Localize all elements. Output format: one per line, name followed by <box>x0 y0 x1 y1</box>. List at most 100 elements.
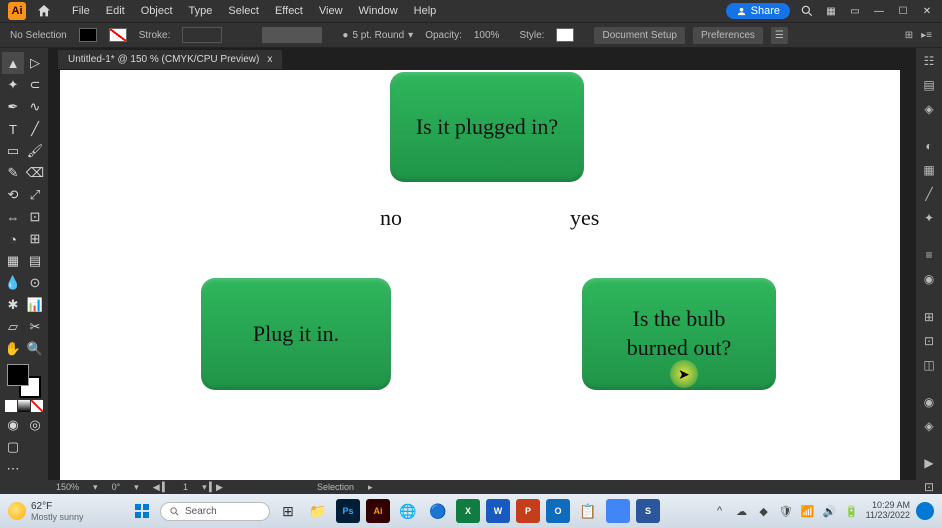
edge-icon[interactable]: 🌐 <box>396 499 420 523</box>
chrome-icon[interactable]: 🔵 <box>426 499 450 523</box>
artboard-tool[interactable]: ▱ <box>2 316 24 338</box>
properties-icon[interactable]: ☷ <box>921 54 937 68</box>
menu-window[interactable]: Window <box>351 5 406 17</box>
none-mode-icon[interactable] <box>31 400 43 412</box>
brush-tool[interactable]: 🖌 <box>24 140 46 162</box>
arrange-icon[interactable]: ▦ <box>824 4 838 18</box>
powerpoint-icon[interactable]: P <box>516 499 540 523</box>
tray-overflow-icon[interactable]: ^ <box>712 503 728 519</box>
graphic-styles-icon[interactable]: ◈ <box>921 419 937 433</box>
security-icon[interactable]: 🛡 <box>778 503 794 519</box>
fill-swatch[interactable] <box>79 28 97 42</box>
zoom-level[interactable]: 150% <box>56 482 79 492</box>
scale-tool[interactable]: ⤢ <box>24 184 46 206</box>
tab-close-icon[interactable]: x <box>267 54 272 65</box>
rotation[interactable]: 0° <box>112 482 121 492</box>
color-mode-icon[interactable] <box>5 400 17 412</box>
type-tool[interactable]: T <box>2 118 24 140</box>
gradient-panel-icon[interactable]: ◉ <box>921 272 937 286</box>
panel-icon[interactable]: ▸≡ <box>921 30 932 41</box>
navigator-icon[interactable]: ⊡ <box>921 480 937 494</box>
illustrator-icon[interactable]: Ai <box>366 499 390 523</box>
canvas-viewport[interactable]: Is it plugged in? Plug it in. Is the bul… <box>48 70 916 494</box>
blend-tool[interactable]: ⊙ <box>24 272 46 294</box>
taskbar-search[interactable]: Search <box>160 502 270 521</box>
app2-icon[interactable] <box>606 499 630 523</box>
word-icon[interactable]: W <box>486 499 510 523</box>
layers-icon[interactable]: ◈ <box>921 102 937 116</box>
preferences-button[interactable]: Preferences <box>693 27 763 44</box>
maximize-icon[interactable]: ☐ <box>896 4 910 18</box>
close-icon[interactable]: ✕ <box>920 4 934 18</box>
recorder-icon[interactable]: S <box>636 499 660 523</box>
symbols-icon[interactable]: ✦ <box>921 211 937 225</box>
share-button[interactable]: Share <box>726 3 790 19</box>
edge-label-no[interactable]: no <box>380 205 402 231</box>
menu-select[interactable]: Select <box>220 5 267 17</box>
notifications-icon[interactable] <box>916 502 934 520</box>
workspace-icon[interactable]: ▭ <box>848 4 862 18</box>
rectangle-tool[interactable]: ▭ <box>2 140 24 162</box>
task-view-icon[interactable]: ⊞ <box>276 499 300 523</box>
gradient-tool[interactable]: ▤ <box>24 250 46 272</box>
start-button[interactable] <box>130 499 154 523</box>
flowchart-node-q2[interactable]: Is the bulb burned out? <box>582 278 776 390</box>
pathfinder-icon[interactable]: ◫ <box>921 358 937 372</box>
app-icon[interactable]: 📋 <box>576 499 600 523</box>
stroke-weight-input[interactable] <box>182 27 222 43</box>
free-transform-tool[interactable]: ⊡ <box>24 206 46 228</box>
shape-builder-tool[interactable]: ◔ <box>2 228 24 250</box>
dropbox-icon[interactable]: ◆ <box>756 503 772 519</box>
excel-icon[interactable]: X <box>456 499 480 523</box>
fill-stroke-control[interactable] <box>7 364 41 398</box>
color-icon[interactable]: ◐ <box>921 139 937 153</box>
stroke-panel-icon[interactable]: ≡ <box>921 248 937 262</box>
menu-file[interactable]: File <box>64 5 98 17</box>
menu-help[interactable]: Help <box>406 5 445 17</box>
explorer-icon[interactable]: 📁 <box>306 499 330 523</box>
symbol-sprayer-tool[interactable]: ✱ <box>2 294 24 316</box>
artboard[interactable]: Is it plugged in? Plug it in. Is the bul… <box>60 70 900 494</box>
eraser-tool[interactable]: ⌫ <box>24 162 46 184</box>
eyedropper-tool[interactable]: 💧 <box>2 272 24 294</box>
align-icon[interactable]: ⊞ <box>905 30 913 41</box>
curvature-tool[interactable]: ∿ <box>24 96 46 118</box>
battery-icon[interactable]: 🔋 <box>844 503 860 519</box>
edit-toolbar-icon[interactable]: ⋯ <box>2 458 24 480</box>
artboard-number[interactable]: 1 <box>183 482 188 492</box>
minimize-icon[interactable]: — <box>872 4 886 18</box>
more-options-icon[interactable]: ☰ <box>771 27 788 44</box>
align-panel-icon[interactable]: ⊞ <box>921 310 937 324</box>
stroke-swatch[interactable] <box>109 28 127 42</box>
system-clock[interactable]: 10:29 AM 11/23/2022 <box>866 501 910 521</box>
line-tool[interactable]: ╱ <box>24 118 46 140</box>
app-logo[interactable]: Ai <box>8 2 26 20</box>
appearance-icon[interactable]: ◉ <box>921 395 937 409</box>
width-tool[interactable]: ⇔ <box>2 206 24 228</box>
menu-type[interactable]: Type <box>181 5 221 17</box>
perspective-tool[interactable]: ⊞ <box>24 228 46 250</box>
pen-tool[interactable]: ✒ <box>2 96 24 118</box>
weather-widget[interactable]: 62°F Mostly sunny <box>8 501 84 522</box>
home-icon[interactable] <box>36 3 52 19</box>
draw-behind-icon[interactable]: ◎ <box>24 414 46 436</box>
document-tab[interactable]: Untitled-1* @ 150 % (CMYK/CPU Preview) x <box>58 50 282 69</box>
menu-view[interactable]: View <box>311 5 351 17</box>
mesh-tool[interactable]: ▦ <box>2 250 24 272</box>
screen-mode-icon[interactable]: ▢ <box>2 436 24 458</box>
onedrive-icon[interactable]: ☁ <box>734 503 750 519</box>
opacity-value[interactable]: 100% <box>474 30 500 41</box>
libraries-icon[interactable]: ▤ <box>921 78 937 92</box>
gradient-mode-icon[interactable] <box>18 400 30 412</box>
rotate-tool[interactable]: ⟲ <box>2 184 24 206</box>
brushes-icon[interactable]: ╱ <box>921 187 937 201</box>
brush-dropdown[interactable] <box>262 27 322 43</box>
graph-tool[interactable]: 📊 <box>24 294 46 316</box>
magic-wand-tool[interactable]: ✦ <box>2 74 24 96</box>
swatches-icon[interactable]: ▦ <box>921 163 937 177</box>
shaper-tool[interactable]: ✎ <box>2 162 24 184</box>
menu-effect[interactable]: Effect <box>267 5 311 17</box>
photoshop-icon[interactable]: Ps <box>336 499 360 523</box>
style-swatch[interactable] <box>556 28 574 42</box>
selection-tool[interactable]: ▲ <box>2 52 24 74</box>
